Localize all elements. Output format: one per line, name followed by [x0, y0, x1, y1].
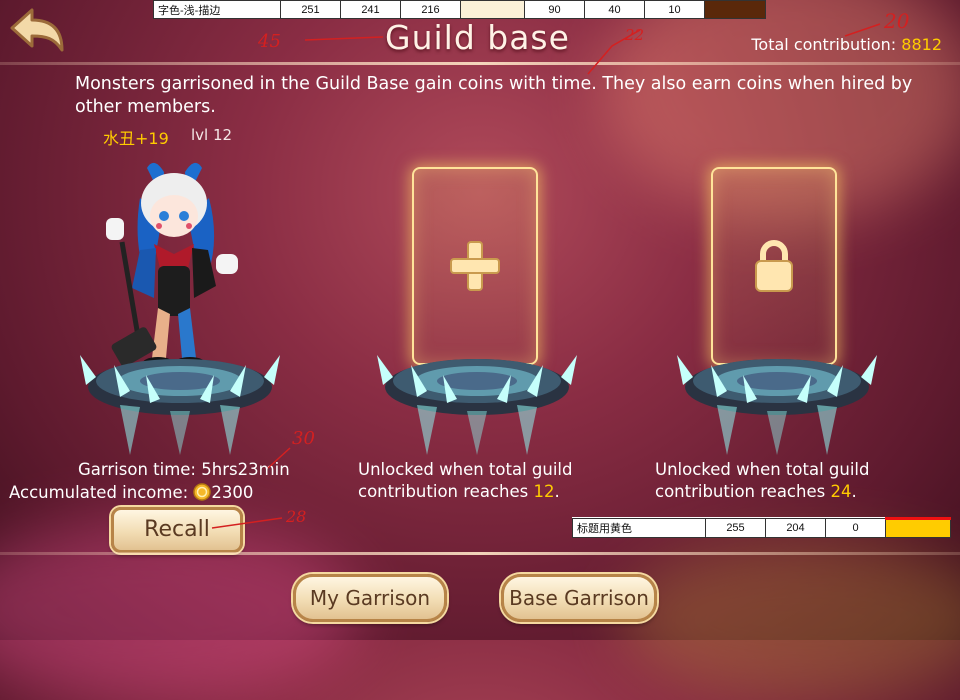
income-label: Accumulated income: — [9, 483, 189, 502]
accumulated-income: Accumulated income: 2300 — [9, 482, 253, 504]
divider — [0, 62, 960, 65]
unlock-prefix: contribution reaches — [358, 482, 529, 501]
annotation-text: 30 — [292, 428, 315, 449]
ref-g: 204 — [765, 518, 826, 538]
unlock-prefix: contribution reaches — [655, 482, 826, 501]
annotation-text: 45 — [257, 31, 281, 52]
description: Monsters garrisoned in the Guild Base ga… — [75, 74, 913, 117]
ref-r2: 90 — [524, 0, 585, 19]
total-contribution: Total contribution: 8812 — [751, 35, 942, 54]
page-title: Guild base — [385, 18, 570, 57]
unlock-suffix: . — [554, 482, 560, 501]
ref-swatch — [885, 517, 951, 538]
unlock-line1: Unlocked when total guild — [358, 460, 573, 479]
ref-label: 字色-浅-描边 — [153, 0, 281, 19]
background-glow — [620, 540, 960, 700]
divider — [0, 552, 960, 555]
ref-label: 标题用黄色 — [572, 518, 706, 538]
ref-g: 241 — [340, 0, 401, 19]
pedestal — [377, 355, 577, 455]
unlock-value: 12 — [533, 482, 555, 501]
garrison-time-label: Garrison time: — [78, 460, 196, 479]
recall-button[interactable]: Recall — [111, 507, 243, 553]
garrison-time: Garrison time: 5hrs23min — [78, 459, 290, 481]
ref-b: 0 — [825, 518, 886, 538]
pedestal — [80, 355, 280, 455]
ref-b: 216 — [400, 0, 461, 19]
back-arrow-icon[interactable] — [8, 6, 68, 58]
ref-swatch — [460, 0, 525, 19]
my-garrison-button[interactable]: My Garrison — [293, 574, 447, 622]
pedestal — [677, 355, 877, 455]
lock-icon — [755, 240, 793, 292]
garrison-time-value: 5hrs23min — [201, 460, 290, 479]
ref-r: 251 — [280, 0, 341, 19]
unlock-value: 24 — [830, 482, 852, 501]
unlock-line2: contribution reaches 12. — [358, 481, 572, 503]
ref-r: 255 — [705, 518, 766, 538]
slot3-unlock-info: Unlocked when total guild contribution r… — [655, 459, 869, 503]
income-value: 2300 — [211, 483, 254, 502]
plus-icon — [450, 241, 500, 291]
contribution-value: 8812 — [901, 35, 942, 54]
slot2-unlock-info: Unlocked when total guild contribution r… — [358, 459, 572, 503]
locked-garrison-slot — [711, 167, 837, 365]
base-garrison-button[interactable]: Base Garrison — [501, 574, 657, 622]
coin-icon — [193, 483, 212, 501]
add-garrison-slot[interactable] — [412, 167, 538, 365]
ref-g2: 40 — [584, 0, 645, 19]
contribution-label: Total contribution: — [751, 35, 897, 54]
annotation-line — [304, 36, 384, 41]
unlock-line1: Unlocked when total guild — [655, 460, 870, 479]
ref-swatch — [704, 0, 766, 19]
color-reference-table-top: 字色-浅-描边 251 241 216 90 40 10 — [153, 0, 766, 19]
ref-b2: 10 — [644, 0, 705, 19]
unlock-suffix: . — [851, 482, 857, 501]
annotation-text: 28 — [285, 507, 306, 526]
color-reference-table-bottom: 标题用黄色 255 204 0 — [572, 517, 951, 538]
monster-name: 水丑+19 — [103, 129, 169, 148]
unlock-line2: contribution reaches 24. — [655, 481, 869, 503]
monster-level: lvl 12 — [191, 126, 233, 144]
